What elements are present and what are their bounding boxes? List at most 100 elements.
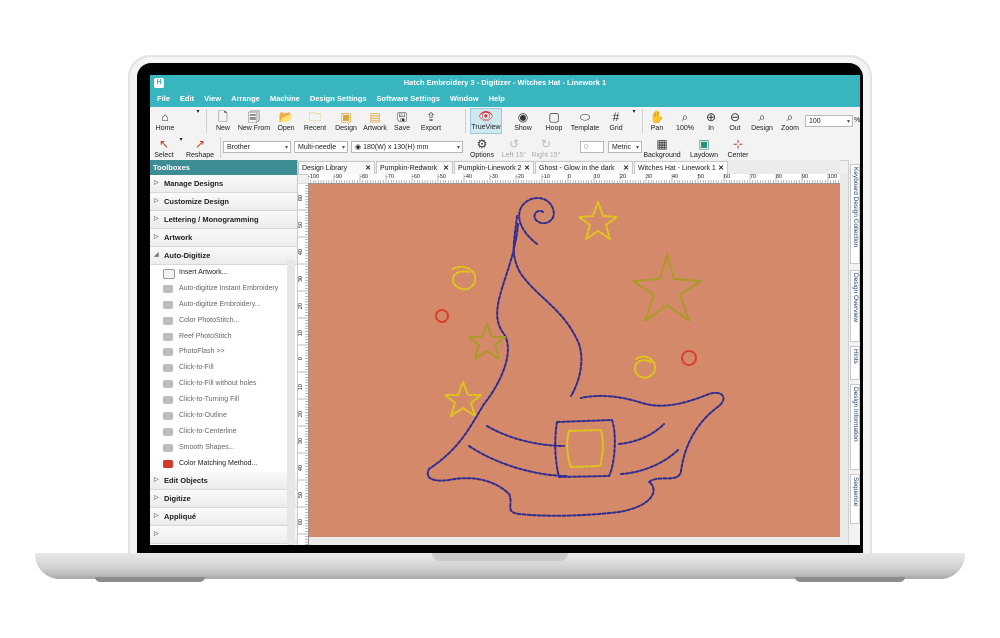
menu-help[interactable]: Help: [484, 91, 510, 107]
rotate-right-button[interactable]: ↻ Right 15°: [531, 137, 561, 159]
ruler-label: 0: [298, 357, 304, 361]
tool-auto-digitize-embroidery[interactable]: Auto-digitize Embroidery...: [150, 297, 297, 313]
toolbar-overflow-button[interactable]: ▾: [195, 108, 201, 115]
chevron-down-icon: ▾: [284, 145, 288, 151]
section-digitize[interactable]: ▷ Digitize: [150, 489, 297, 508]
tool-click-to-centerline[interactable]: Click-to-Centerline: [150, 424, 297, 440]
options-button[interactable]: ⚙ Options: [468, 137, 496, 159]
chevron-down-icon: ▾: [179, 137, 183, 143]
ruler-label: -10: [542, 174, 550, 180]
menu-design-settings[interactable]: Design Settings: [305, 91, 372, 107]
section-applique[interactable]: ▷ Appliqué: [150, 507, 297, 526]
star-lower-left: [444, 381, 482, 417]
new-from-button[interactable]: 🗐 New From: [236, 110, 272, 132]
ruler-label: 10: [298, 330, 304, 337]
tool-auto-digitize-instant[interactable]: Auto-digitize Instant Embroidery: [150, 281, 297, 297]
template-button[interactable]: ⬭ Template: [569, 110, 601, 132]
center-button[interactable]: ⊹ Center: [725, 137, 751, 159]
background-button[interactable]: ▦ Background: [642, 137, 682, 159]
save-button[interactable]: 🖫 Save: [391, 110, 413, 132]
hoop-size-select[interactable]: ◉ 180(W) x 130(H) mm ▾: [351, 141, 463, 153]
recent-button[interactable]: 🗀 Recent: [300, 110, 330, 132]
section-lettering[interactable]: ▷ Lettering / Monogramming: [150, 211, 297, 229]
horizontal-scrollbar[interactable]: [309, 537, 840, 545]
section-more[interactable]: ▷: [150, 525, 297, 544]
menu-file[interactable]: File: [152, 91, 175, 107]
insert-design-button[interactable]: ▣ Design: [333, 110, 359, 132]
machine-type-select[interactable]: Multi-needle ▾: [294, 141, 348, 153]
zoom-out-button[interactable]: ⊖ Out: [726, 110, 744, 132]
open-button[interactable]: 📂 Open: [274, 110, 298, 132]
zoom-level-select[interactable]: 100 ▾: [805, 115, 853, 127]
tool-insert-artwork[interactable]: Insert Artwork...: [150, 265, 297, 281]
section-manage-designs[interactable]: ▷ Manage Designs: [150, 175, 297, 193]
docker-sequence[interactable]: Sequence: [850, 474, 860, 524]
tool-click-to-fill[interactable]: Click-to-Fill: [150, 360, 297, 376]
centerline-icon: [163, 427, 173, 436]
vertical-scrollbar[interactable]: [840, 174, 848, 545]
zoom-button[interactable]: ⌕ Zoom: [778, 110, 802, 132]
tab-ghost-glow[interactable]: Ghost - Glow in the dark ✕: [535, 161, 633, 174]
show-button[interactable]: ◉ Show: [509, 110, 537, 132]
tab-design-library[interactable]: Design Library ✕: [298, 161, 375, 174]
ruler-label: 60: [724, 174, 731, 180]
design-canvas[interactable]: [309, 184, 840, 541]
rotation-angle-field[interactable]: 0: [580, 141, 604, 153]
section-customize-design[interactable]: ▷ Customize Design: [150, 193, 297, 211]
close-icon[interactable]: ✕: [524, 162, 530, 174]
home-button[interactable]: ⌂ Home: [152, 110, 178, 132]
docker-tabs: Keyboard Design Collection Design Overvi…: [848, 160, 860, 545]
close-icon[interactable]: ✕: [623, 162, 629, 174]
tool-click-to-outline[interactable]: Click-to-Outline: [150, 408, 297, 424]
docker-design-overview[interactable]: Design Overview: [850, 270, 860, 342]
hoop-button[interactable]: ▢ Hoop: [542, 110, 566, 132]
tool-photoflash[interactable]: PhotoFlash >>: [150, 344, 297, 360]
section-auto-digitize[interactable]: ◢ Auto-Digitize: [150, 247, 297, 265]
laydown-button[interactable]: ▣ Laydown: [688, 137, 720, 159]
ruler-label: -30: [490, 174, 498, 180]
close-icon[interactable]: ✕: [718, 162, 724, 174]
trueview-button[interactable]: 👁 TrueView: [470, 108, 502, 134]
tool-color-photostitch[interactable]: Color PhotoStitch...: [150, 313, 297, 329]
docker-design-information[interactable]: Design Information: [850, 384, 860, 470]
tab-pumpkin-linework-2[interactable]: Pumpkin-Linework 2 ✕: [454, 161, 534, 174]
zoom-design-button[interactable]: ⌕ Design: [748, 110, 776, 132]
menu-window[interactable]: Window: [445, 91, 484, 107]
tool-reef-photostitch[interactable]: Reef PhotoStitch: [150, 329, 297, 345]
zoom-100-button[interactable]: ⌕ 100%: [673, 110, 697, 132]
export-button[interactable]: ⇪ Export: [417, 110, 445, 132]
close-icon[interactable]: ✕: [365, 162, 371, 174]
tool-click-to-turning-fill[interactable]: Click-to-Turning Fill: [150, 392, 297, 408]
section-edit-objects[interactable]: ▷ Edit Objects: [150, 471, 297, 490]
ruler-label: -50: [438, 174, 446, 180]
menu-edit[interactable]: Edit: [175, 91, 199, 107]
units-select[interactable]: Metric ▾: [608, 141, 642, 153]
context-toolbar: ↖ Select ▾ ↗ Reshape Brother ▾ Multi-needle…: [150, 135, 860, 161]
select-dropdown-button[interactable]: ▾: [178, 136, 184, 143]
tab-pumpkin-redwork[interactable]: Pumpkin-Redwork ✕: [376, 161, 453, 174]
close-icon[interactable]: ✕: [443, 162, 449, 174]
menu-arrange[interactable]: Arrange: [226, 91, 265, 107]
rotate-left-button[interactable]: ↺ Left 15°: [500, 137, 528, 159]
docker-hints[interactable]: Hints: [850, 346, 860, 380]
pan-button[interactable]: ✋ Pan: [646, 110, 668, 132]
menu-software-settings[interactable]: Software Settings: [372, 91, 445, 107]
new-button[interactable]: 🗋 New: [212, 110, 234, 132]
select-button[interactable]: ↖ Select: [152, 137, 176, 159]
menu-view[interactable]: View: [199, 91, 226, 107]
zoom-in-button[interactable]: ⊕ In: [702, 110, 720, 132]
toolboxes-scrollbar[interactable]: [287, 260, 295, 545]
tool-color-matching[interactable]: Color Matching Method...: [150, 456, 297, 472]
docker-keyboard-design-collection[interactable]: Keyboard Design Collection: [850, 164, 860, 264]
grid-dropdown-button[interactable]: ▾: [631, 108, 637, 115]
menu-machine[interactable]: Machine: [265, 91, 305, 107]
tab-witches-hat[interactable]: Witches Hat - Linework 1 ✕: [634, 161, 728, 174]
machine-brand-select[interactable]: Brother ▾: [223, 141, 291, 153]
tool-smooth-shapes[interactable]: Smooth Shapes...: [150, 440, 297, 456]
reshape-button[interactable]: ↗ Reshape: [185, 137, 215, 159]
grid-button[interactable]: # Grid: [605, 110, 627, 132]
tool-click-to-fill-no-holes[interactable]: Click-to-Fill without holes: [150, 376, 297, 392]
insert-artwork-button[interactable]: ▤ Artwork: [361, 110, 389, 132]
section-artwork[interactable]: ▷ Artwork: [150, 229, 297, 247]
toolboxes-header: Toolboxes: [150, 160, 297, 175]
